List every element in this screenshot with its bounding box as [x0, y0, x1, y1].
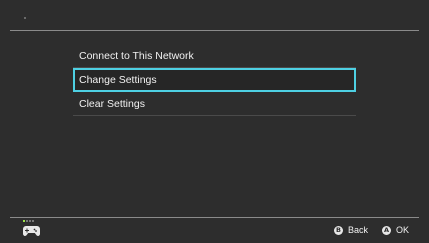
controller-icon	[22, 220, 40, 238]
back-button[interactable]: B Back	[333, 225, 368, 235]
connect-to-network-option[interactable]: Connect to This Network	[73, 44, 356, 68]
network-options-menu: Connect to This Network Change Settings …	[73, 44, 356, 116]
b-button-icon: B	[333, 225, 343, 235]
footer-actions: B Back A OK	[320, 223, 409, 237]
footer-divider	[10, 217, 419, 218]
player-indicator-icon	[23, 220, 25, 222]
ok-label: OK	[395, 225, 409, 235]
change-settings-label: Change Settings	[79, 74, 157, 86]
ok-button[interactable]: A OK	[381, 225, 409, 235]
header-mark	[24, 17, 26, 19]
change-settings-option[interactable]: Change Settings	[73, 68, 356, 92]
header-divider	[10, 30, 419, 31]
clear-settings-option[interactable]: Clear Settings	[73, 92, 356, 116]
connect-to-network-label: Connect to This Network	[79, 50, 194, 62]
back-label: Back	[347, 225, 368, 235]
clear-settings-label: Clear Settings	[79, 98, 145, 110]
a-button-icon: A	[381, 225, 391, 235]
